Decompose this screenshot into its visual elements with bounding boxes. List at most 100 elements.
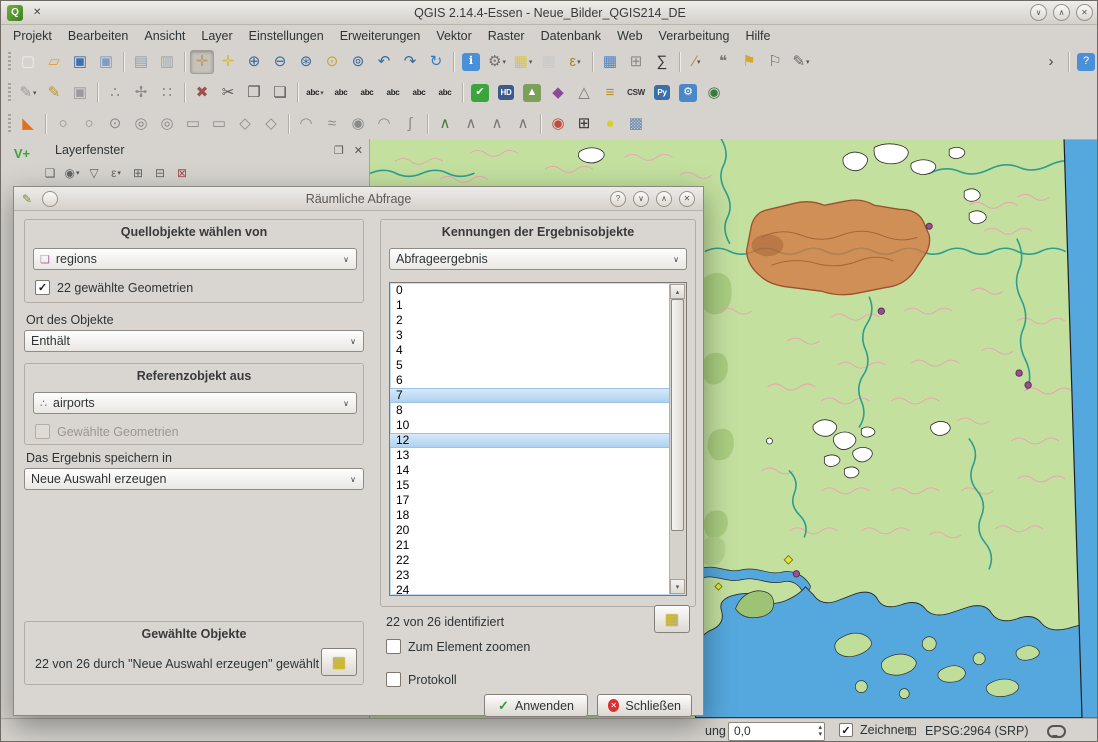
- advanced-digitizing-icon[interactable]: ◣: [16, 112, 40, 136]
- dialog-close-button[interactable]: ✕: [679, 191, 695, 207]
- circle-2points-icon[interactable]: ○: [51, 112, 75, 136]
- dialog-menu-button[interactable]: [42, 191, 58, 207]
- result-item-22[interactable]: 22: [390, 553, 669, 568]
- reference-layer-combo[interactable]: ∴ airports ∨: [33, 392, 357, 414]
- paste-features-icon[interactable]: ❏: [268, 81, 292, 105]
- measure-icon-dropdown[interactable]: ▾: [697, 58, 701, 66]
- profile-settings-icon[interactable]: ∧: [511, 112, 535, 136]
- result-item-13[interactable]: 13: [390, 448, 669, 463]
- open-project-icon[interactable]: ▱: [42, 50, 66, 74]
- result-item-2[interactable]: 2: [390, 313, 669, 328]
- geometry-plugin-icon[interactable]: ◆: [546, 81, 570, 105]
- zoom-to-selection-icon[interactable]: ⊙: [320, 50, 344, 74]
- spinner-arrows[interactable]: ▴ ▾: [818, 724, 822, 738]
- collapse-all-icon[interactable]: ⊟: [150, 163, 170, 183]
- identify-icon[interactable]: ℹ: [459, 50, 483, 74]
- scrollbar-thumb[interactable]: [671, 299, 684, 531]
- zoom-to-layer-icon[interactable]: ⊚: [346, 50, 370, 74]
- selected-objects-button[interactable]: ▦: [321, 648, 357, 676]
- expand-all-icon[interactable]: ⊞: [128, 163, 148, 183]
- terrain-plugin-icon[interactable]: ▲: [520, 81, 544, 105]
- result-item-12[interactable]: 12: [390, 433, 669, 448]
- run-actions-icon[interactable]: ⚙▾: [485, 50, 509, 74]
- apply-button[interactable]: ✓ Anwenden: [484, 694, 588, 717]
- predicate-combo[interactable]: Enthält ∨: [24, 330, 364, 352]
- layer-labeling-icon-dropdown[interactable]: ▾: [320, 89, 324, 97]
- point-marker-icon[interactable]: ●: [598, 112, 622, 136]
- scroll-up-icon[interactable]: ▴: [670, 284, 685, 299]
- hd-plugin-icon[interactable]: HD: [494, 81, 518, 105]
- fill-ring-icon[interactable]: ◉: [346, 112, 370, 136]
- menu-projekt[interactable]: Projekt: [5, 27, 60, 45]
- regular-polygon-icon[interactable]: ◇: [233, 112, 257, 136]
- new-project-icon[interactable]: ▢: [16, 50, 40, 74]
- result-item-5[interactable]: 5: [390, 358, 669, 373]
- messages-icon[interactable]: [1047, 725, 1066, 738]
- menu-layer[interactable]: Layer: [193, 27, 240, 45]
- spatial-query-dialog[interactable]: ✎ Räumliche Abfrage ? ∨ ∧ ✕ Quellobjekte…: [13, 186, 704, 716]
- label-show-hide-icon[interactable]: abc: [407, 81, 431, 105]
- attribute-table-icon[interactable]: ▦: [598, 50, 622, 74]
- toolbar-handle[interactable]: [8, 52, 11, 72]
- arc-icon[interactable]: ◠: [294, 112, 318, 136]
- menu-ansicht[interactable]: Ansicht: [136, 27, 193, 45]
- select-by-expression-icon[interactable]: ε▾: [563, 50, 587, 74]
- label-rotate-icon[interactable]: abc: [355, 81, 379, 105]
- zoom-full-icon[interactable]: ⊛: [294, 50, 318, 74]
- menu-verarbeitung[interactable]: Verarbeitung: [651, 27, 738, 45]
- select-features-icon[interactable]: ▦▾: [511, 50, 535, 74]
- add-group-icon[interactable]: ❏: [40, 163, 60, 183]
- map-tips-icon[interactable]: ❝: [711, 50, 735, 74]
- globe-plugin-icon[interactable]: ◉: [702, 81, 726, 105]
- window-titlebar[interactable]: Q ✕ QGIS 2.14.4-Essen - Neue_Bilder_QGIS…: [1, 1, 1098, 25]
- rectangle-center-icon[interactable]: ▭: [181, 112, 205, 136]
- zoom-to-feature-checkbox[interactable]: Zum Element zoomen: [386, 639, 530, 654]
- add-vector-layer-icon[interactable]: V+: [10, 141, 34, 165]
- result-set-combo[interactable]: Abfrageergebnis ∨: [389, 248, 687, 270]
- rotation-spinbox[interactable]: 0,0 ▴ ▾: [728, 722, 825, 741]
- copy-features-icon[interactable]: ❐: [242, 81, 266, 105]
- text-annotation-icon[interactable]: ✎▾: [789, 50, 813, 74]
- add-feature-icon[interactable]: ∴: [103, 81, 127, 105]
- show-bookmarks-icon[interactable]: ⚐: [763, 50, 787, 74]
- layer-visibility-icon-dropdown[interactable]: ▾: [76, 169, 80, 177]
- menu-bearbeiten[interactable]: Bearbeiten: [60, 27, 136, 45]
- current-edits-icon-dropdown[interactable]: ▾: [33, 89, 37, 97]
- layer-labeling-icon[interactable]: abc▾: [303, 81, 327, 105]
- heatmap-icon[interactable]: ◉: [546, 112, 570, 136]
- save-edits-icon[interactable]: ▣: [68, 81, 92, 105]
- result-id-list[interactable]: 012345678101213141517182021222324 ▴ ▾: [389, 282, 687, 596]
- filter-legend-icon[interactable]: ▽: [84, 163, 104, 183]
- expression-filter-icon-dropdown[interactable]: ▾: [117, 169, 121, 177]
- split-features-icon[interactable]: ∫: [398, 112, 422, 136]
- toolbar-overflow-icon[interactable]: ›: [1039, 50, 1063, 74]
- save-project-as-icon[interactable]: ▣: [94, 50, 118, 74]
- ellipse-center-icon[interactable]: ◎: [129, 112, 153, 136]
- result-item-6[interactable]: 6: [390, 373, 669, 388]
- database-icon[interactable]: ≡: [598, 81, 622, 105]
- select-by-expression-icon-dropdown[interactable]: ▾: [577, 58, 581, 66]
- circle-3points-icon[interactable]: ○: [77, 112, 101, 136]
- refresh-map-icon[interactable]: ↻: [424, 50, 448, 74]
- circle-tangents-icon[interactable]: ⊙: [103, 112, 127, 136]
- spin-up-icon[interactable]: ▴: [818, 724, 822, 731]
- zoom-in-icon[interactable]: ⊕: [242, 50, 266, 74]
- result-item-0[interactable]: 0: [390, 283, 669, 298]
- text-annotation-icon-dropdown[interactable]: ▾: [806, 58, 810, 66]
- label-move-icon[interactable]: abc: [329, 81, 353, 105]
- select-features-icon-dropdown[interactable]: ▾: [529, 58, 533, 66]
- profile-curve-icon[interactable]: ∧: [485, 112, 509, 136]
- menu-raster[interactable]: Raster: [480, 27, 533, 45]
- save-map-image-icon[interactable]: ▤: [129, 50, 153, 74]
- zoom-last-icon[interactable]: ↶: [372, 50, 396, 74]
- result-item-18[interactable]: 18: [390, 508, 669, 523]
- run-actions-icon-dropdown[interactable]: ▾: [502, 58, 506, 66]
- curve-icon[interactable]: ≈: [320, 112, 344, 136]
- dialog-titlebar[interactable]: ✎ Räumliche Abfrage ? ∨ ∧ ✕: [14, 187, 703, 211]
- toggle-editing-icon[interactable]: ✎: [42, 81, 66, 105]
- source-selected-checkbox[interactable]: ✓ 22 gewählte Geometrien: [35, 280, 193, 295]
- pan-map-icon[interactable]: ✛: [190, 50, 214, 74]
- node-tool-icon[interactable]: ∷: [155, 81, 179, 105]
- label-pin-icon[interactable]: abc: [381, 81, 405, 105]
- menu-web[interactable]: Web: [609, 27, 650, 45]
